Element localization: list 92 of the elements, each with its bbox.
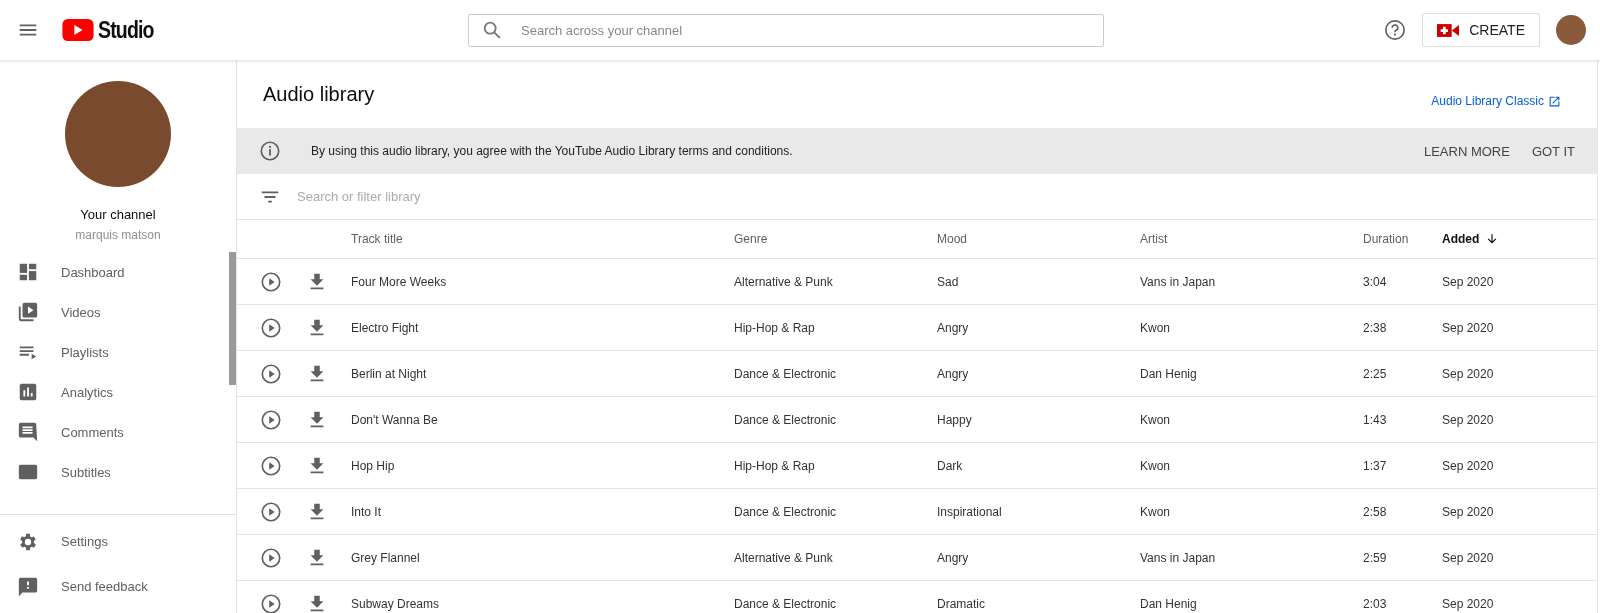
table-cell-text: Hip-Hop & Rap (734, 458, 816, 473)
studio-logo-text: Studio (98, 16, 155, 44)
sidebar-item[interactable]: Settings (0, 519, 224, 564)
dashboard-icon (17, 261, 39, 283)
table-cell-text: Four More Weeks (351, 274, 448, 289)
table-cell-text: 1:37 (1363, 458, 1388, 473)
sidebar-item[interactable]: Playlists (0, 332, 224, 372)
scrollbar-thumb[interactable] (229, 252, 236, 385)
column-header[interactable]: Duration (1363, 232, 1442, 246)
table-cell-text: 2:25 (1363, 366, 1388, 381)
table-cell-text: 3:04 (1363, 274, 1388, 289)
table-cell-text: 1:43 (1363, 412, 1388, 427)
channel-title: Your channel (80, 207, 156, 222)
analytics-icon (17, 381, 39, 403)
table-cell-text: Vans in Japan (1140, 274, 1217, 289)
table-cell-text: Vans in Japan (1140, 550, 1217, 565)
table-cell-text: 2:58 (1363, 504, 1388, 519)
table-cell-text: Happy (937, 412, 973, 427)
table-cell-text: Hip-Hop & Rap (734, 320, 816, 335)
table-cell-text: Dan Henig (1140, 596, 1198, 611)
search-field[interactable]: Search across your channel (468, 13, 1104, 47)
table-cell-text: Inspirational (937, 504, 1003, 519)
table-cell-text: Kwon (1140, 458, 1172, 473)
table-cell-text: Sep 2020 (1442, 320, 1495, 335)
external-link-icon (1548, 94, 1561, 108)
table-cell-text: Berlin at Night (351, 366, 428, 381)
column-header[interactable]: Mood (937, 232, 1140, 246)
column-header[interactable]: Track title (351, 232, 734, 246)
table-cell-text: Dan Henig (1140, 366, 1198, 381)
table-cell-text: Sad (937, 274, 960, 289)
channel-name: marquis matson (75, 228, 161, 242)
terms-notice-text: By using this audio library, you agree with the YouTube Audio Library terms and conditions. (311, 144, 794, 158)
column-header[interactable]: Artist (1140, 232, 1363, 246)
sidebar-item[interactable]: Dashboard (0, 252, 224, 292)
table-cell-text: Don't Wanna Be (351, 412, 439, 427)
play-icon[interactable] (260, 454, 282, 477)
table-cell-text: Sep 2020 (1442, 550, 1495, 565)
table-cell-text: Subway Dreams (351, 596, 441, 611)
table-cell-text: Sep 2020 (1442, 274, 1495, 289)
sidebar-item[interactable]: Send feedback (0, 564, 224, 609)
help-icon[interactable] (1384, 19, 1407, 41)
create-button[interactable]: CREATE (1422, 13, 1540, 47)
table-cell-text: Dance & Electronic (734, 596, 838, 611)
sidebar-item[interactable]: Comments (0, 412, 224, 452)
table-cell-text: 2:38 (1363, 320, 1388, 335)
table-cell-text: Angry (937, 550, 970, 565)
table-cell-text: Sep 2020 (1442, 504, 1495, 519)
video-camera-icon (1437, 22, 1460, 38)
play-icon[interactable] (260, 408, 282, 431)
column-header[interactable]: Added (1442, 232, 1542, 246)
play-icon[interactable] (260, 316, 282, 339)
table-cell-text: Electro Fight (351, 320, 420, 335)
table-cell-text: Hop Hip (351, 458, 396, 473)
play-icon[interactable] (260, 500, 282, 523)
play-logo-icon (62, 19, 94, 41)
page-title: Audio library (263, 82, 376, 106)
table-cell-text: Dance & Electronic (734, 412, 838, 427)
sidebar-item[interactable]: Analytics (0, 372, 224, 412)
play-icon[interactable] (260, 362, 282, 385)
play-icon[interactable] (260, 592, 282, 613)
table-cell-text: Angry (937, 320, 970, 335)
table-cell-text: Kwon (1140, 504, 1172, 519)
table-cell-text: Kwon (1140, 412, 1172, 427)
table-cell-text: Sep 2020 (1442, 596, 1495, 611)
table-cell-text: Alternative & Punk (734, 274, 834, 289)
banner-action-button[interactable]: GOT IT (1531, 137, 1575, 165)
info-icon (259, 140, 281, 162)
table-cell-text: 2:03 (1363, 596, 1388, 611)
table-cell-text: Dance & Electronic (734, 366, 838, 381)
column-header[interactable]: Genre (734, 232, 937, 246)
table-cell-text: Dark (937, 458, 964, 473)
sidebar-item[interactable]: Subtitles (0, 452, 224, 492)
feedback-icon (17, 575, 39, 598)
play-icon[interactable] (260, 546, 282, 569)
comments-icon (17, 421, 39, 443)
banner-action-button[interactable]: LEARN MORE (1423, 137, 1510, 165)
table-cell-text: Angry (937, 366, 970, 381)
table-cell-text: Into It (351, 504, 383, 519)
table-cell-text: Sep 2020 (1442, 458, 1495, 473)
table-cell-text: Sep 2020 (1442, 412, 1495, 427)
table-cell-text: Dance & Electronic (734, 504, 838, 519)
table-cell-text: Grey Flannel (351, 550, 421, 565)
table-cell-text: Kwon (1140, 320, 1172, 335)
table-cell-text: Sep 2020 (1442, 366, 1495, 381)
sidebar-item[interactable]: Videos (0, 292, 224, 332)
table-cell-text: Alternative & Punk (734, 550, 834, 565)
videos-icon (17, 301, 39, 323)
audio-library-classic-link[interactable]: Audio Library Classic (1431, 94, 1561, 108)
table-cell-text: 2:59 (1363, 550, 1388, 565)
table-cell-text: Dramatic (937, 596, 986, 611)
avatar-photo-placeholder[interactable] (1556, 15, 1586, 45)
play-icon[interactable] (260, 270, 282, 293)
